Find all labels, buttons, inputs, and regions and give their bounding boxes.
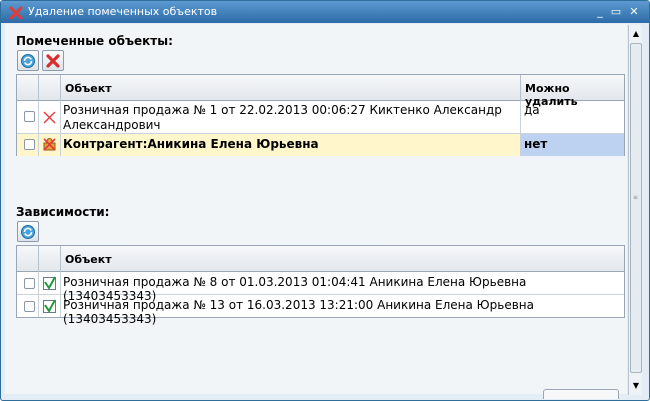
content-area: Помеченные объекты: Объект Можно удалить bbox=[5, 24, 627, 394]
refresh-icon bbox=[21, 225, 35, 239]
marked-objects-label: Помеченные объекты: bbox=[16, 34, 173, 48]
vertical-scrollbar[interactable]: ▲ ≡ ▼ bbox=[628, 25, 642, 395]
dependencies-label: Зависимости: bbox=[16, 205, 110, 219]
close-icon[interactable]: ✕ bbox=[627, 5, 641, 19]
posted-document-icon bbox=[43, 299, 56, 313]
row-checkbox[interactable] bbox=[24, 139, 35, 150]
column-header-can-delete[interactable]: Можно удалить bbox=[521, 75, 624, 108]
bottom-button-partial[interactable] bbox=[543, 389, 619, 399]
row-object: Розничная продажа № 1 от 22.02.2013 00:0… bbox=[61, 101, 521, 133]
scroll-down-arrow-icon[interactable]: ▼ bbox=[630, 380, 642, 392]
table-row[interactable]: Розничная продажа № 8 от 01.03.2013 01:0… bbox=[17, 272, 624, 303]
grip-icon: ≡ bbox=[633, 194, 639, 201]
table-header: Объект bbox=[17, 246, 624, 272]
refresh-button[interactable] bbox=[17, 50, 39, 71]
row-checkbox[interactable] bbox=[24, 278, 35, 289]
row-object: Розничная продажа № 8 от 01.03.2013 01:0… bbox=[63, 275, 527, 303]
posted-document-icon bbox=[43, 276, 56, 290]
table-row-selected[interactable]: Контрагент:Аникина Елена Юрьевна нет bbox=[17, 134, 624, 156]
column-header-object[interactable]: Объект bbox=[61, 246, 624, 272]
scrollbar-thumb[interactable]: ≡ bbox=[630, 43, 642, 373]
row-can-delete: да bbox=[524, 103, 540, 117]
row-object: Розничная продажа № 13 от 16.03.2013 13:… bbox=[63, 298, 534, 326]
refresh-icon bbox=[21, 54, 35, 68]
restore-icon[interactable]: ▭ bbox=[609, 5, 623, 19]
marked-objects-table: Объект Можно удалить Розничная продажа №… bbox=[16, 74, 625, 156]
delete-marked-window: Удаление помеченных объектов _ ▭ ✕ Помеч… bbox=[0, 0, 650, 401]
title-bar[interactable]: Удаление помеченных объектов _ ▭ ✕ bbox=[1, 1, 649, 23]
delete-icon bbox=[9, 6, 23, 20]
row-checkbox[interactable] bbox=[24, 301, 35, 312]
marked-for-deletion-icon bbox=[43, 111, 56, 124]
row-object: Контрагент:Аникина Елена Юрьевна bbox=[61, 134, 521, 156]
delete-button[interactable] bbox=[42, 50, 64, 71]
refresh-dependencies-button[interactable] bbox=[17, 221, 39, 242]
column-header-object[interactable]: Объект bbox=[61, 75, 521, 101]
table-header: Объект Можно удалить bbox=[17, 75, 624, 108]
window-title: Удаление помеченных объектов bbox=[28, 5, 218, 18]
minimize-icon[interactable]: _ bbox=[593, 5, 607, 19]
dependencies-table: Объект Розничная продажа № 8 от 01.03.20… bbox=[16, 245, 625, 326]
table-row[interactable]: Розничная продажа № 1 от 22.02.2013 00:0… bbox=[17, 101, 624, 134]
delete-x-icon bbox=[46, 54, 60, 68]
table-row[interactable]: Розничная продажа № 13 от 16.03.2013 13:… bbox=[17, 295, 624, 326]
row-can-delete: нет bbox=[521, 134, 624, 156]
row-checkbox[interactable] bbox=[24, 111, 35, 122]
counterparty-marked-icon bbox=[43, 138, 56, 151]
scroll-up-arrow-icon[interactable]: ▲ bbox=[630, 28, 642, 40]
